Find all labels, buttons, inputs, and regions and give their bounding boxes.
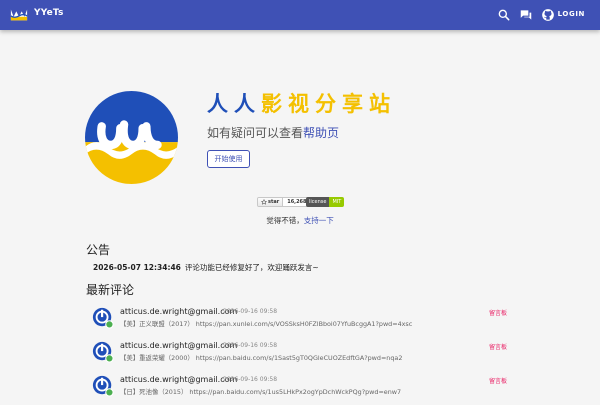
chat-icon[interactable] xyxy=(519,8,533,22)
comment-author[interactable]: atticus.de.wright@gmail.com xyxy=(120,341,237,350)
login-button[interactable]: LOGIN xyxy=(558,10,585,18)
announcement-heading: 公告 xyxy=(86,243,111,257)
get-started-button[interactable]: 开始使用 xyxy=(207,150,250,168)
comment-text: 【美】重返荣耀（2000） https://pan.baidu.com/s/1S… xyxy=(120,354,403,362)
support-line: 觉得不错，支持一下 xyxy=(0,215,600,226)
hero-logo xyxy=(85,91,178,184)
avatar[interactable] xyxy=(92,375,114,397)
app-title[interactable]: YYeTs xyxy=(34,8,64,18)
comment-board-link[interactable]: 留言板 xyxy=(489,376,507,385)
github-icon[interactable] xyxy=(541,8,555,22)
comment-time: 2026-09-16 09:58 xyxy=(223,376,278,383)
help-page-link[interactable]: 帮助页 xyxy=(303,126,339,140)
comment-time: 2026-09-16 09:58 xyxy=(223,308,278,315)
comment-item: atticus.de.wright@gmail.com 2026-09-16 0… xyxy=(92,307,512,337)
avatar[interactable] xyxy=(92,341,114,363)
star-label: star xyxy=(268,199,280,205)
comment-item: atticus.de.wright@gmail.com 2026-09-16 0… xyxy=(92,341,512,371)
announcement-text: 评论功能已经修复好了，欢迎踊跃发言~ xyxy=(184,263,319,272)
yyets-logo-icon[interactable] xyxy=(10,6,28,24)
site-title-part1: 人人 xyxy=(207,91,261,116)
announcement-date: 2026-05-07 12:34:46 xyxy=(93,263,181,272)
help-hint: 如有疑问可以查看帮助页 xyxy=(207,124,339,141)
license-label: license xyxy=(306,197,330,207)
comment-board-link[interactable]: 留言板 xyxy=(489,308,507,317)
comment-item: atticus.de.wright@gmail.com 2026-09-16 0… xyxy=(92,375,512,405)
app-bar: YYeTs LOGIN xyxy=(0,0,600,30)
site-title: 人人影视分享站 xyxy=(207,88,396,118)
site-title-part2: 影视分享站 xyxy=(261,91,396,116)
star-icon xyxy=(261,199,267,205)
comment-text: 【日】死池像（2015） https://pan.baidu.com/s/1us… xyxy=(120,388,402,396)
latest-comments-heading: 最新评论 xyxy=(86,283,135,297)
star-badge-label: star xyxy=(258,198,284,206)
online-status-icon xyxy=(105,388,114,397)
online-status-icon xyxy=(105,320,114,329)
comment-author[interactable]: atticus.de.wright@gmail.com xyxy=(120,375,237,384)
support-link[interactable]: 支持一下 xyxy=(304,216,334,225)
announcement-item: 2026-05-07 12:34:46 评论功能已经修复好了，欢迎踊跃发言~ xyxy=(93,262,319,273)
comment-time: 2026-09-16 09:58 xyxy=(223,342,278,349)
github-star-badge[interactable]: star 16,268 xyxy=(257,197,312,207)
license-value: MIT xyxy=(329,197,345,207)
comment-board-link[interactable]: 留言板 xyxy=(489,342,507,351)
comment-text: 【美】正义联盟（2017） https://pan.xunlei.com/s/V… xyxy=(120,320,413,328)
search-icon[interactable] xyxy=(497,8,511,22)
online-status-icon xyxy=(105,354,114,363)
comment-author[interactable]: atticus.de.wright@gmail.com xyxy=(120,307,237,316)
license-badge[interactable]: license MIT xyxy=(306,197,345,207)
support-text: 觉得不错， xyxy=(266,216,304,225)
help-hint-text: 如有疑问可以查看 xyxy=(207,126,304,140)
avatar[interactable] xyxy=(92,307,114,329)
